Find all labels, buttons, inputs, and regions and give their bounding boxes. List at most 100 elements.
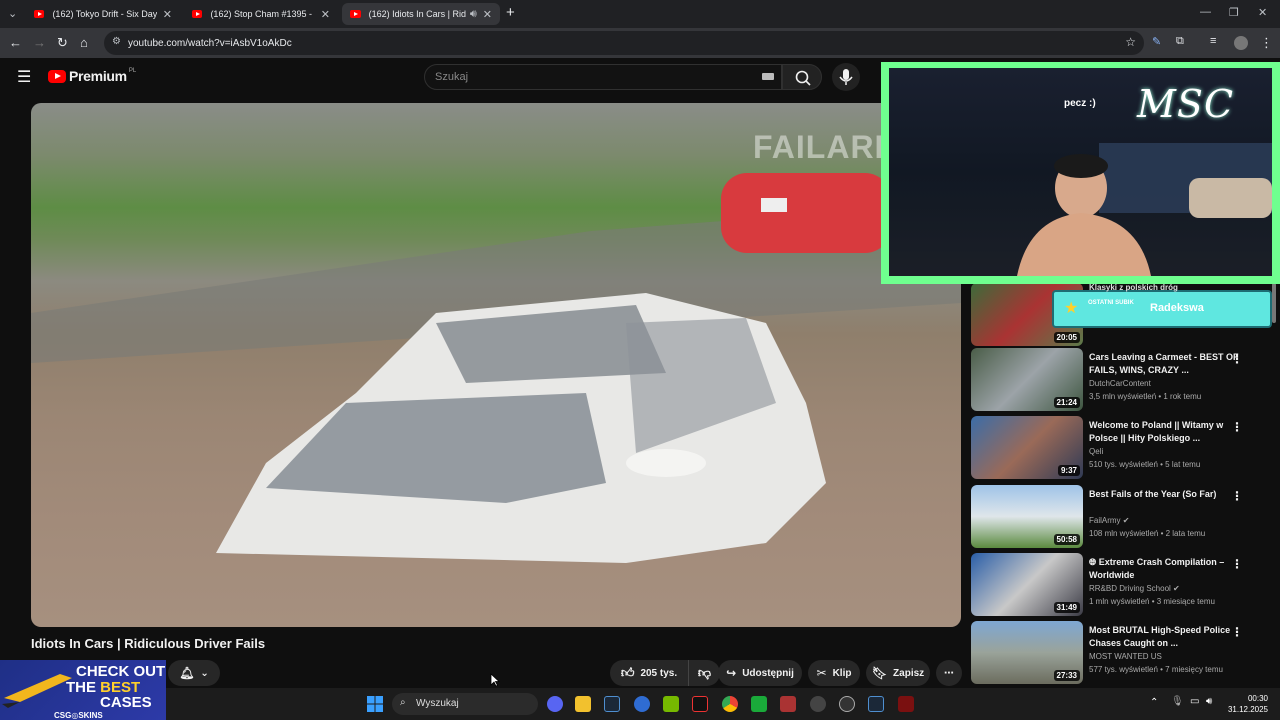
- channel-name[interactable]: FailArmy ✔: [1089, 516, 1130, 525]
- chevron-up-icon[interactable]: ⌃: [1150, 697, 1158, 708]
- video-thumbnail[interactable]: 31:49: [971, 553, 1083, 616]
- file-explorer-icon[interactable]: [575, 696, 591, 712]
- video-thumbnail[interactable]: 27:33: [971, 621, 1083, 684]
- minimize-icon[interactable]: —: [1200, 6, 1211, 18]
- search-input[interactable]: Szukaj: [424, 64, 782, 90]
- reading-list-icon[interactable]: ≡: [1210, 35, 1216, 47]
- last-subscriber-badge: ★ OSTATNI SUBIK Radekswa: [1052, 290, 1272, 328]
- browser-tab-3[interactable]: (162) Idiots In Cars | Ridicul 🔊︎ ✕: [342, 3, 500, 25]
- restore-icon[interactable]: ❐: [1229, 6, 1239, 19]
- reload-icon[interactable]: ↻: [57, 35, 68, 51]
- duration-badge: 20:05: [1053, 332, 1080, 343]
- speaker-icon[interactable]: 🔊︎: [470, 8, 477, 21]
- volume-icon[interactable]: 🔊︎: [1206, 696, 1212, 707]
- voice-search-button[interactable]: [832, 63, 860, 91]
- notifications-button[interactable]: 🔔︎ ⌄: [168, 660, 220, 686]
- new-tab-button[interactable]: +: [506, 4, 515, 21]
- display-icon[interactable]: ▭: [1190, 696, 1199, 707]
- list-item[interactable]: 27:33 Most BRUTAL High-Speed Police Chas…: [971, 621, 1261, 685]
- save-button[interactable]: 🔖︎ Zapisz: [866, 660, 930, 686]
- clock-date: 31.12.2025: [1227, 705, 1268, 714]
- windows-start-icon[interactable]: [367, 696, 383, 712]
- video-title[interactable]: Welcome to Poland || Witamy w Polsce || …: [1089, 419, 1239, 445]
- list-item[interactable]: 9:37 Welcome to Poland || Witamy w Polsc…: [971, 416, 1261, 480]
- thumbs-up-icon: 👍︎: [620, 665, 635, 680]
- kebab-menu-icon[interactable]: ⋮: [1231, 557, 1243, 571]
- channel-name-text: FailArmy: [1089, 516, 1121, 525]
- kebab-menu-icon[interactable]: ⋮: [1231, 420, 1243, 434]
- ad-line-1: CHECK OUT: [76, 663, 166, 680]
- taskbar-clock[interactable]: 00:30 31.12.2025: [1222, 693, 1268, 715]
- list-item[interactable]: 31:49 🌐︎ Extreme Crash Compilation – Wor…: [971, 553, 1261, 617]
- close-icon[interactable]: ✕: [321, 8, 330, 21]
- profile-avatar[interactable]: [1234, 36, 1248, 50]
- app-icon[interactable]: [634, 696, 650, 712]
- kebab-menu-icon[interactable]: ⋮: [1231, 625, 1243, 639]
- extension-icon[interactable]: ✎: [1152, 35, 1161, 48]
- save-label: Zapisz: [893, 667, 925, 679]
- sidebar-scrollbar[interactable]: [1272, 283, 1276, 323]
- bookmark-star-icon[interactable]: ☆: [1125, 35, 1136, 49]
- taskbar-search[interactable]: ⌕ Wyszukaj: [392, 693, 538, 715]
- hamburger-menu-icon[interactable]: ☰: [17, 67, 31, 87]
- puzzle-extensions-icon[interactable]: ⧉: [1176, 35, 1184, 48]
- tab-list-chevron-icon[interactable]: ⌄: [8, 7, 17, 20]
- more-horizontal-icon: ⋯: [944, 667, 954, 679]
- browser-tab-1[interactable]: (162) Tokyo Drift - Six Days (4K) ✕: [26, 3, 180, 25]
- site-info-icon[interactable]: ⚙: [112, 36, 121, 47]
- window-close-icon[interactable]: ✕: [1258, 6, 1267, 19]
- youtube-logo[interactable]: Premium PL: [48, 68, 136, 84]
- dislike-button[interactable]: 👎︎: [688, 660, 720, 686]
- home-icon[interactable]: ⌂: [80, 35, 88, 50]
- video-thumbnail[interactable]: 50:58: [971, 485, 1083, 548]
- video-thumbnail[interactable]: 21:24: [971, 348, 1083, 411]
- shield-icon[interactable]: [898, 696, 914, 712]
- clip-label: Klip: [832, 667, 852, 679]
- list-item[interactable]: 21:24 Cars Leaving a Carmeet - BEST OF F…: [971, 348, 1261, 412]
- steam-icon[interactable]: [604, 696, 620, 712]
- tab-label: (162) Idiots In Cars | Ridicul: [368, 9, 466, 19]
- charts-app-icon[interactable]: [751, 696, 767, 712]
- app-icon[interactable]: [692, 696, 708, 712]
- video-title[interactable]: Best Fails of the Year (So Far): [1089, 488, 1239, 501]
- like-button[interactable]: 👍︎ 205 tys.: [610, 660, 688, 686]
- share-button[interactable]: ↪ Udostępnij: [718, 660, 802, 686]
- kebab-menu-icon[interactable]: ⋮: [1231, 352, 1243, 366]
- csgo-skins-ad[interactable]: CHECK OUT THE BEST CASES CSG◎SKINS: [0, 660, 166, 720]
- list-item[interactable]: 50:58 Best Fails of the Year (So Far) Fa…: [971, 485, 1261, 549]
- browser-tab-2[interactable]: (162) Stop Cham #1395 - Niebo ✕: [184, 3, 338, 25]
- video-thumbnail[interactable]: 9:37: [971, 416, 1083, 479]
- video-title[interactable]: Most BRUTAL High-Speed Police Chases Cau…: [1089, 624, 1239, 650]
- logo-text: Premium: [69, 68, 127, 84]
- video-player[interactable]: FAILARI: [31, 103, 961, 627]
- steam-icon[interactable]: [868, 696, 884, 712]
- channel-name[interactable]: Qeli: [1089, 447, 1103, 456]
- back-icon[interactable]: ←: [9, 35, 22, 50]
- chrome-icon[interactable]: [722, 696, 738, 712]
- browser-menu-icon[interactable]: ⋮: [1260, 35, 1273, 51]
- microphone-icon[interactable]: 🎙︎: [1171, 696, 1184, 707]
- app-icon[interactable]: [810, 696, 826, 712]
- close-icon[interactable]: ✕: [163, 8, 172, 21]
- forward-icon[interactable]: →: [33, 35, 46, 50]
- more-actions-button[interactable]: ⋯: [936, 660, 962, 686]
- video-meta: 577 tys. wyświetleń • 7 miesięcy temu: [1089, 665, 1223, 674]
- url-field[interactable]: ⚙ youtube.com/watch?v=iAsbV1oAkDc ☆: [104, 31, 1144, 55]
- video-title[interactable]: Cars Leaving a Carmeet - BEST OF FAILS, …: [1089, 351, 1239, 377]
- kebab-menu-icon[interactable]: ⋮: [1231, 489, 1243, 503]
- channel-name[interactable]: RR&BD Driving School ✔: [1089, 584, 1180, 593]
- channel-logo: MSC: [1137, 82, 1235, 126]
- discord-icon[interactable]: [547, 696, 563, 712]
- video-title[interactable]: 🌐︎ Extreme Crash Compilation – Worldwide: [1089, 556, 1239, 582]
- nvidia-icon[interactable]: [663, 696, 679, 712]
- close-icon[interactable]: ✕: [483, 8, 492, 21]
- keyboard-icon[interactable]: [762, 73, 774, 80]
- channel-name[interactable]: MOST WANTED US: [1089, 652, 1162, 661]
- verified-icon: ✔: [1122, 516, 1130, 525]
- search-button[interactable]: [782, 64, 822, 90]
- clip-button[interactable]: ✂ Klip: [808, 660, 860, 686]
- channel-name[interactable]: DutchCarContent: [1089, 379, 1151, 388]
- badge-label: OSTATNI SUBIK: [1088, 300, 1134, 306]
- app-icon[interactable]: [780, 696, 796, 712]
- app-icon[interactable]: [839, 696, 855, 712]
